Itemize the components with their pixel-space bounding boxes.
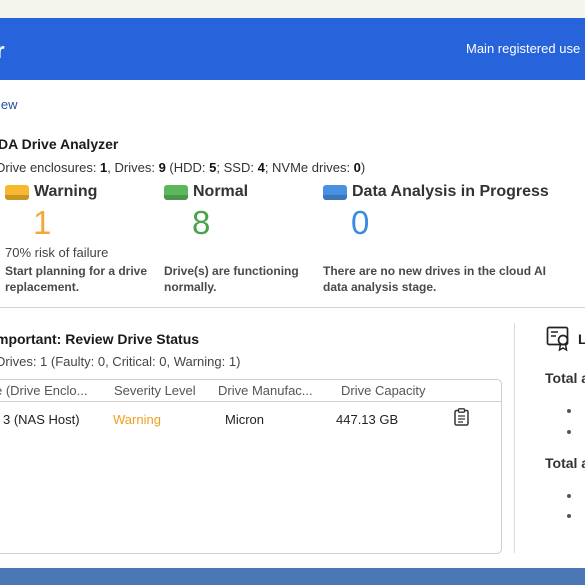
bottom-band [0,568,585,585]
app-header: r Main registered use [0,18,585,80]
side-panel-title: L [578,331,585,347]
important-title: mportant: Review Drive Status [0,331,200,347]
side-total-2: Total a [545,455,585,471]
drive-warning-icon [5,184,29,200]
risk-text: 70% risk of failure [5,245,109,260]
registered-user-label[interactable]: Main registered use [466,41,580,56]
drive-summary: Drive enclosures: 1, Drives: 9 (HDD: 5; … [0,160,366,175]
app-logo: r [0,38,5,63]
col-enclosure[interactable]: e (Drive Enclo... [0,383,87,398]
vertical-divider [514,323,515,553]
stat-analysis-label: Data Analysis in Progress [352,183,549,200]
stat-normal-count: 8 [192,204,211,241]
table-header: e (Drive Enclo... Severity Level Drive M… [0,380,501,402]
section-divider [0,307,585,308]
stat-analysis-count: 0 [351,204,370,241]
drive-analysis-icon [323,184,347,200]
cell-enclosure: 3 (NAS Host) [3,412,80,427]
cell-severity: Warning [113,412,161,427]
cell-manufacturer: Micron [225,412,265,427]
side-total-1: Total a [545,370,585,386]
bullet [567,430,571,434]
col-severity[interactable]: Severity Level [114,383,196,398]
stat-normal-desc: Drive(s) are functioning normally. [164,264,299,294]
stat-analysis-desc: There are no new drives in the cloud AI … [323,264,546,294]
top-strip [0,0,585,18]
stat-analysis[interactable]: Data Analysis in Progress 0 [323,183,549,241]
cell-capacity: 447.13 GB [336,412,399,427]
bullet [567,494,571,498]
report-icon [546,326,569,352]
main-panel: iew DA Drive Analyzer Drive enclosures: … [0,80,585,568]
clipboard-icon[interactable] [454,408,469,426]
stat-normal[interactable]: Normal 8 [164,183,248,241]
stat-warning-label: Warning [34,183,98,200]
bullet [567,409,571,413]
stat-warning-desc: Start planning for a drive replacement. [5,264,148,294]
breadcrumb-overview[interactable]: iew [0,97,18,112]
stat-warning[interactable]: Warning 1 [5,183,97,241]
page-title: DA Drive Analyzer [0,136,119,152]
col-manufacturer[interactable]: Drive Manufac... [218,383,313,398]
drive-status-table: e (Drive Enclo... Severity Level Drive M… [0,379,502,554]
drive-normal-icon [164,184,188,200]
important-subtitle: Drives: 1 (Faulty: 0, Critical: 0, Warni… [0,354,241,369]
bullet [567,514,571,518]
stat-normal-label: Normal [193,183,249,200]
stat-warning-count: 1 [33,204,52,241]
table-row[interactable]: 3 (NAS Host) Warning Micron 447.13 GB [0,402,501,436]
col-capacity[interactable]: Drive Capacity [341,383,426,398]
